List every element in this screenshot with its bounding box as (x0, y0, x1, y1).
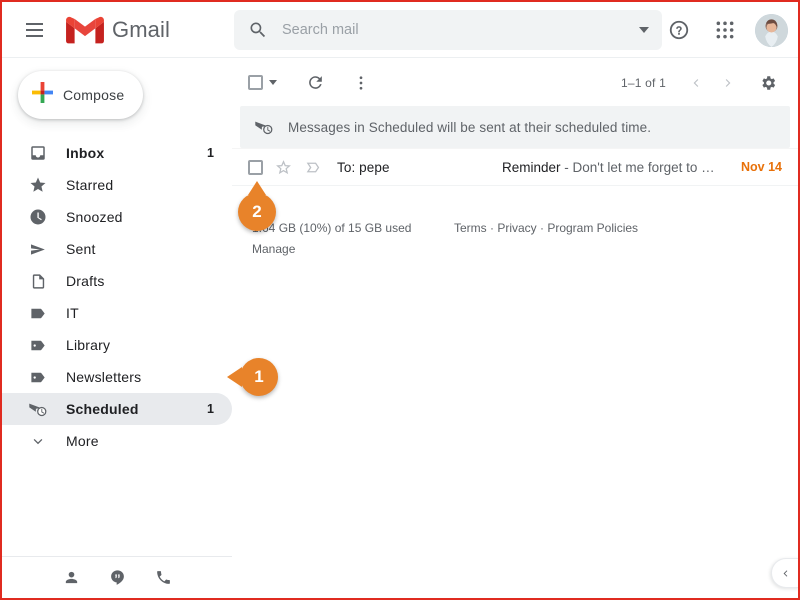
sidebar-item-count: 1 (207, 402, 214, 416)
mail-row[interactable]: To: pepe Reminder - Don't let me forget … (232, 148, 798, 186)
phone-icon[interactable] (149, 564, 177, 592)
search-bar[interactable] (234, 10, 662, 50)
mail-toolbar: 1–1 of 1 (232, 59, 798, 106)
mail-subject-snippet: Reminder - Don't let me forget to … (502, 160, 731, 175)
page-count-label: 1–1 of 1 (621, 75, 666, 90)
sidebar-item-library[interactable]: Library (2, 329, 232, 361)
sidebar-nav: Inbox 1 Starred Snoozed Sent Drafts IT L… (2, 137, 232, 457)
refresh-icon (308, 76, 322, 89)
scheduled-banner: Messages in Scheduled will be sent at th… (240, 106, 790, 148)
search-options-chevron-down-icon[interactable] (626, 10, 662, 50)
sidebar-item-label: More (66, 433, 99, 449)
sidebar-item-label: Inbox (66, 145, 105, 161)
gear-icon (762, 75, 776, 90)
checkbox-icon (248, 159, 263, 175)
next-page-button[interactable] (712, 67, 744, 99)
header-actions (659, 2, 788, 58)
banner-text: Messages in Scheduled will be sent at th… (288, 119, 652, 135)
mail-snippet: - Don't let me forget to … (560, 159, 715, 175)
contacts-icon[interactable] (57, 564, 85, 592)
settings-button[interactable] (752, 67, 784, 99)
refresh-button[interactable] (299, 67, 331, 99)
help-icon[interactable] (659, 10, 699, 50)
label-icon (28, 303, 48, 323)
sidebar-item-label: Library (66, 337, 111, 353)
callout-badge-2: 2 (238, 181, 276, 231)
storage-info: 1.64 GB (10%) of 15 GB used Manage (252, 218, 432, 260)
inbox-icon (28, 143, 48, 163)
sidebar-item-label: Scheduled (66, 401, 139, 417)
chevron-left-icon (783, 569, 788, 577)
label-dot-icon (28, 367, 48, 387)
brand-title: Gmail (112, 16, 170, 42)
sidebar-item-snoozed[interactable]: Snoozed (2, 201, 232, 233)
sidebar-item-label: Starred (66, 177, 114, 193)
sidebar-item-scheduled[interactable]: Scheduled 1 (2, 393, 232, 425)
sidebar-item-label: Sent (66, 241, 96, 257)
compose-button[interactable]: Compose (18, 71, 143, 119)
chevron-down-icon (28, 431, 48, 451)
mail-main-panel: 1–1 of 1 Messages in Scheduled will be s… (232, 59, 798, 598)
mail-row-checkbox[interactable] (248, 159, 263, 175)
mail-date: Nov 14 (741, 160, 782, 174)
sidebar-item-drafts[interactable]: Drafts (2, 265, 232, 297)
gmail-window: Gmail Search mail Compose Inbox 1 Starre… (0, 0, 800, 600)
sidebar-item-label: IT (66, 305, 79, 321)
search-input[interactable] (282, 22, 626, 38)
select-all-checkbox[interactable] (248, 75, 277, 90)
sidebar: Compose Inbox 1 Starred Snoozed Sent Dra… (2, 59, 232, 598)
google-apps-grid-icon[interactable] (705, 10, 745, 50)
sidebar-item-label: Snoozed (66, 209, 123, 225)
sidebar-bottom-bar (2, 556, 232, 598)
star-icon (28, 175, 48, 195)
label-dot-icon (28, 335, 48, 355)
gmail-logo-icon (66, 16, 104, 43)
user-avatar[interactable] (755, 13, 788, 47)
sidebar-item-label: Drafts (66, 273, 105, 289)
sidebar-item-newsletters[interactable]: Newsletters (2, 361, 232, 393)
sidebar-expander-button[interactable] (771, 558, 798, 588)
more-options-button[interactable] (345, 67, 377, 99)
star-outline-icon[interactable] (273, 157, 293, 177)
mail-subject: Reminder (502, 159, 561, 175)
callout-badge-1: 1 (227, 358, 278, 396)
clock-icon (28, 207, 48, 227)
chevron-right-icon (725, 78, 731, 87)
sidebar-item-inbox[interactable]: Inbox 1 (2, 137, 232, 169)
checkbox-icon (248, 75, 263, 90)
manage-storage-link[interactable]: Manage (252, 242, 295, 256)
mail-footer: 1.64 GB (10%) of 15 GB used Manage Terms… (232, 218, 798, 260)
sidebar-item-sent[interactable]: Sent (2, 233, 232, 265)
draft-icon (28, 271, 48, 291)
hangouts-icon[interactable] (103, 564, 131, 592)
gmail-brand[interactable]: Gmail (66, 15, 170, 45)
plus-icon (32, 82, 53, 108)
scheduled-icon (254, 117, 274, 137)
select-all-chevron-down-icon[interactable] (269, 80, 277, 85)
prev-page-button[interactable] (680, 67, 712, 99)
footer-links[interactable]: Terms · Privacy · Program Policies (454, 218, 638, 260)
callout-badge-label: 2 (252, 202, 262, 221)
send-icon (28, 239, 48, 259)
more-vertical-icon (359, 75, 363, 90)
callout-badge-label: 1 (254, 367, 264, 386)
sidebar-item-label: Newsletters (66, 369, 142, 385)
mail-recipient: To: pepe (337, 159, 390, 175)
app-header: Gmail (2, 2, 798, 58)
pagination: 1–1 of 1 (621, 59, 790, 106)
chevron-left-icon (693, 78, 699, 87)
sidebar-item-more[interactable]: More (2, 425, 232, 457)
sidebar-item-it[interactable]: IT (2, 297, 232, 329)
scheduled-icon (28, 399, 48, 419)
important-marker-icon[interactable] (303, 157, 323, 177)
compose-label: Compose (63, 87, 125, 103)
hamburger-menu-icon[interactable] (14, 10, 54, 50)
search-icon (248, 20, 268, 40)
sidebar-item-starred[interactable]: Starred (2, 169, 232, 201)
storage-usage-label: 1.64 GB (10%) of 15 GB used (252, 221, 412, 235)
sidebar-item-count: 1 (207, 146, 214, 160)
